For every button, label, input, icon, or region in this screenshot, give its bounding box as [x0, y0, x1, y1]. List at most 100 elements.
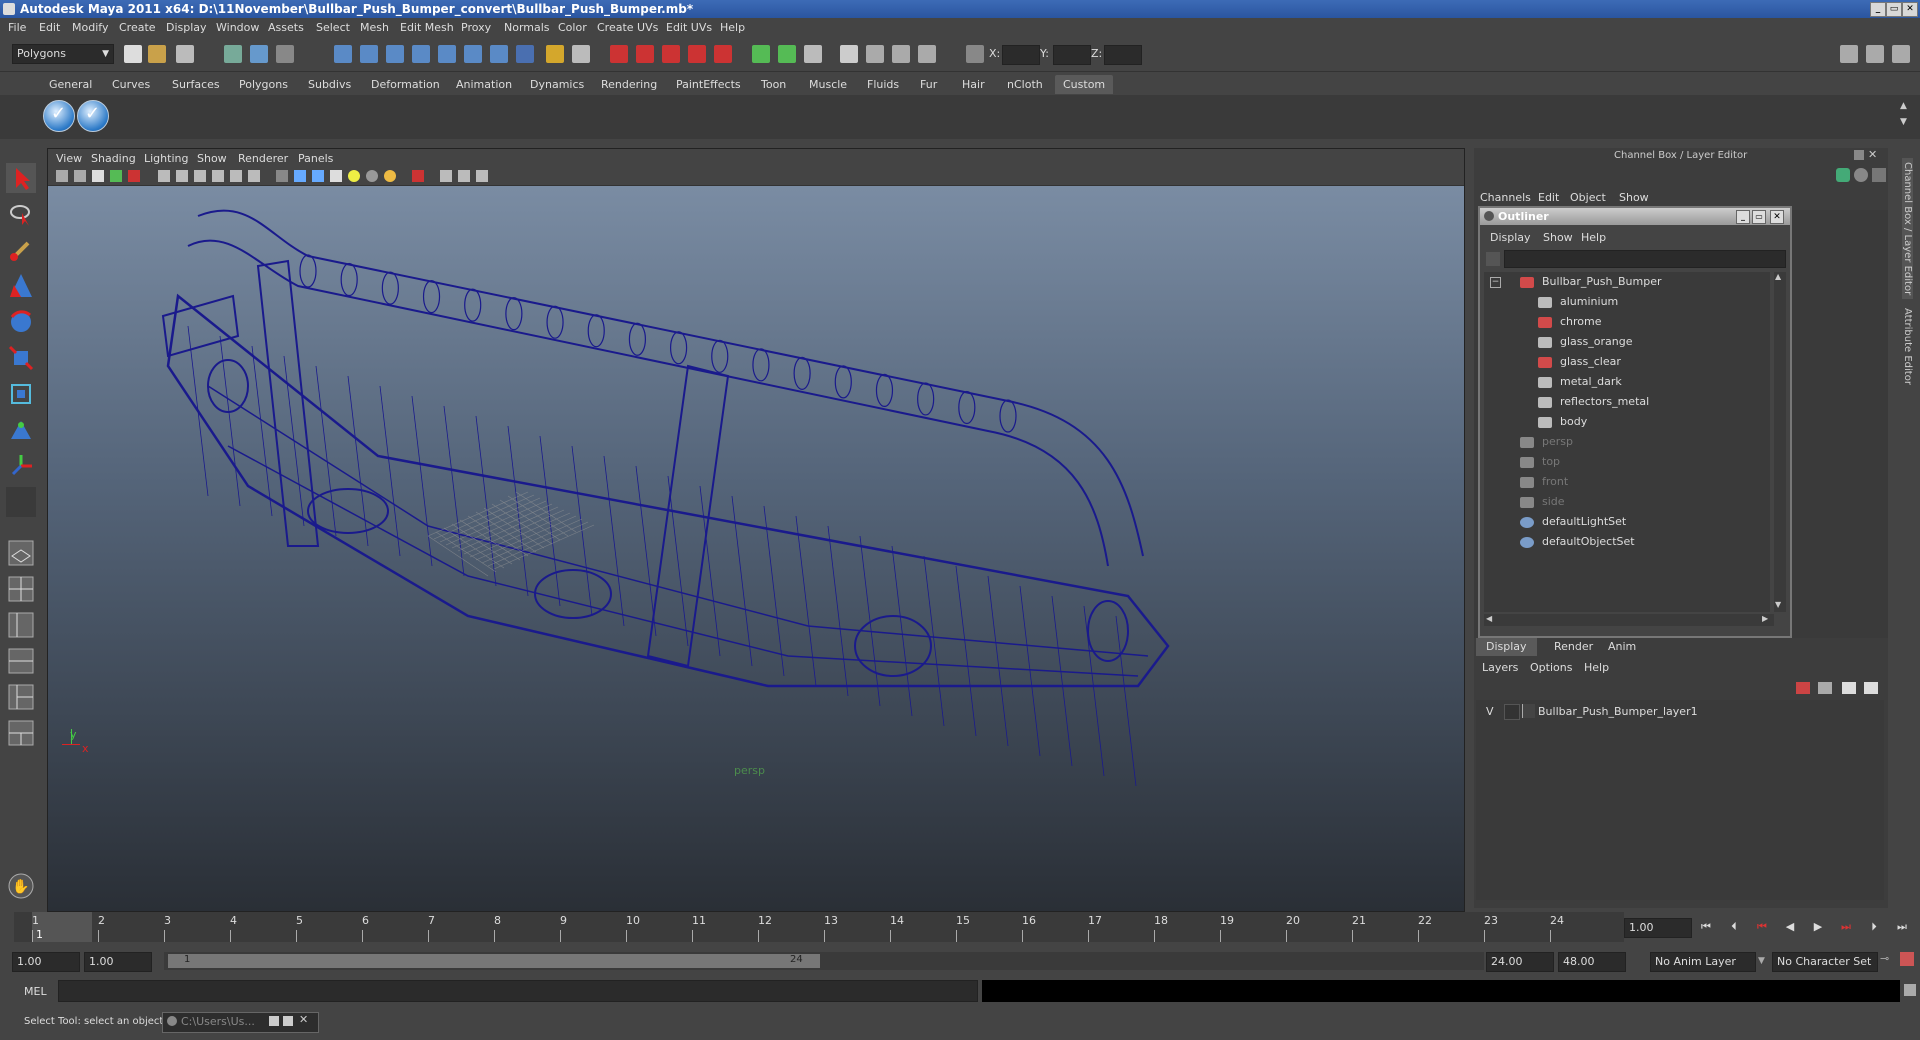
go-to-end-icon[interactable]: ⏭ [1894, 920, 1910, 934]
script-editor-icon[interactable] [1904, 984, 1916, 996]
layer-move-down-icon[interactable] [1864, 682, 1878, 694]
layer-menu-help[interactable]: Help [1584, 658, 1609, 677]
auto-key-icon[interactable]: ⊸ [1880, 952, 1894, 966]
snap-view-plane-icon[interactable] [412, 45, 430, 63]
hypergraph-layout-icon[interactable] [6, 682, 36, 712]
bookmarks-icon[interactable] [92, 170, 104, 182]
hardware-texturing-icon[interactable] [384, 170, 396, 182]
menu-assets[interactable]: Assets [268, 18, 304, 37]
playback-start-field[interactable]: 1.00 [84, 952, 152, 972]
universal-manipulator-icon[interactable] [6, 379, 36, 409]
outliner-search-field[interactable] [1504, 250, 1786, 268]
menu-edit-mesh[interactable]: Edit Mesh [400, 18, 454, 37]
menu-proxy[interactable]: Proxy [461, 18, 491, 37]
menuset-dropdown[interactable]: Polygons ▼ [12, 44, 114, 64]
new-scene-icon[interactable] [124, 45, 142, 63]
ipr-render-icon[interactable] [636, 45, 654, 63]
use-all-lights-icon[interactable] [348, 170, 360, 182]
resolution-gate-icon[interactable] [194, 170, 206, 182]
animation-preferences-icon[interactable] [1900, 952, 1914, 966]
layer-type-toggle[interactable] [1504, 704, 1520, 720]
toggle-channelbox-icon[interactable] [804, 45, 822, 63]
persp-outliner-layout-icon[interactable] [6, 610, 36, 640]
channel-key-icon[interactable] [1836, 168, 1850, 182]
input-output-icon[interactable] [572, 45, 590, 63]
outliner-title-bar[interactable]: Outliner _ ▭ ✕ [1480, 208, 1790, 225]
outliner-menu-help[interactable]: Help [1581, 228, 1606, 247]
outliner-item[interactable]: metal_dark [1538, 372, 1622, 392]
scroll-left-icon[interactable]: ◀ [1486, 614, 1492, 623]
shelf-tab-ncloth[interactable]: nCloth [1007, 75, 1043, 94]
shelf-scroll-up-icon[interactable]: ▲ [1900, 101, 1907, 111]
start-time-field[interactable]: 1.00 [12, 952, 80, 972]
outliner-item[interactable]: aluminium [1538, 292, 1618, 312]
gate-mask-icon[interactable] [212, 170, 224, 182]
range-slider-track[interactable]: 1 24 [164, 952, 1484, 970]
shelf-tab-toon[interactable]: Toon [761, 75, 786, 94]
time-ruler[interactable]: 1 1 2 3 4 5 6 7 8 9 10 11 12 13 14 15 16 17 18 19 20 21 22 23 2… [14, 912, 1624, 942]
go-to-start-icon[interactable]: ⏮ [1698, 920, 1714, 934]
custom-shelf-check-icon[interactable]: ✓ [43, 100, 75, 132]
toggle-graph-editor-icon[interactable] [778, 45, 796, 63]
help-icon[interactable] [516, 45, 534, 63]
hypershade-icon[interactable] [688, 45, 706, 63]
outliner-maximize-button[interactable]: ▭ [1752, 210, 1766, 224]
layer-color-swatch[interactable] [1522, 704, 1535, 718]
playback-end-field[interactable]: 24.00 [1486, 952, 1554, 972]
bullbar-wireframe-model[interactable] [48, 186, 1464, 911]
shelf-tab-rendering[interactable]: Rendering [601, 75, 657, 94]
shelf-tab-painteffects[interactable]: PaintEffects [676, 75, 741, 94]
menu-modify[interactable]: Modify [72, 18, 108, 37]
show-channel-box-icon[interactable] [1892, 45, 1910, 63]
viewport-scene[interactable]: y x persp [48, 186, 1464, 911]
attribute-editor-side-tab[interactable]: Attribute Editor [1902, 308, 1913, 385]
rotate-tool-icon[interactable] [6, 307, 36, 337]
snap-grid-icon[interactable] [334, 45, 352, 63]
outliner-filter-icon[interactable] [1486, 252, 1500, 266]
menu-edit-uvs[interactable]: Edit UVs [666, 18, 712, 37]
save-scene-icon[interactable] [176, 45, 194, 63]
layer-menu-layers[interactable]: Layers [1482, 658, 1518, 677]
field-chart-icon[interactable] [230, 170, 242, 182]
shelf-tab-general[interactable]: General [49, 75, 92, 94]
move-tool-icon[interactable] [6, 271, 36, 301]
shelf-tab-fluids[interactable]: Fluids [867, 75, 899, 94]
step-back-frame-icon[interactable]: ⏴ [1726, 920, 1742, 934]
select-component-icon[interactable] [276, 45, 294, 63]
new-layer-icon[interactable] [1796, 682, 1810, 694]
custom-shelf-check-icon[interactable]: ✓ [77, 100, 109, 132]
layer-tab-display[interactable]: Display [1476, 638, 1537, 656]
transform-mode-icon[interactable] [966, 45, 984, 63]
menu-edit[interactable]: Edit [39, 18, 60, 37]
snap-surface-icon[interactable] [464, 45, 482, 63]
attribute-editor-icon[interactable] [840, 45, 858, 63]
outliner-item[interactable]: persp [1520, 432, 1573, 452]
menu-file[interactable]: File [8, 18, 26, 37]
layer-tab-anim[interactable]: Anim [1598, 638, 1646, 656]
last-used-tool-icon[interactable] [6, 487, 36, 517]
textured-icon[interactable] [330, 170, 342, 182]
shelf-scroll-down-icon[interactable]: ▼ [1900, 117, 1907, 127]
xray-components-icon[interactable] [476, 170, 488, 182]
viewport-menu-shading[interactable]: Shading [91, 149, 136, 168]
soft-modification-icon[interactable] [6, 415, 36, 445]
maximize-window-icon[interactable] [283, 1016, 293, 1026]
menu-create-uvs[interactable]: Create UVs [597, 18, 658, 37]
shelf-tab-muscle[interactable]: Muscle [809, 75, 847, 94]
outliner-horizontal-scrollbar[interactable]: ◀ ▶ [1484, 614, 1774, 626]
show-attribute-editor-icon[interactable] [1840, 45, 1858, 63]
lock-camera-icon[interactable] [74, 170, 86, 182]
channel-edit-menu[interactable]: Edit [1538, 188, 1559, 207]
shelf-tab-polygons[interactable]: Polygons [239, 75, 288, 94]
viewport-menu-renderer[interactable]: Renderer [238, 149, 288, 168]
menu-window[interactable]: Window [216, 18, 259, 37]
step-forward-frame-icon[interactable]: ⏵ [1866, 920, 1882, 934]
anim-layer-dropdown[interactable]: No Anim Layer [1650, 952, 1756, 972]
channel-lock-icon[interactable] [1854, 168, 1868, 182]
viewport-menu-lighting[interactable]: Lighting [144, 149, 188, 168]
dock-close-button[interactable]: ✕ [1868, 148, 1877, 161]
channel-box-side-tab[interactable]: Channel Box / Layer Editor [1902, 158, 1913, 300]
range-slider-handle[interactable]: 1 24 [168, 954, 820, 968]
select-object-icon[interactable] [250, 45, 268, 63]
outliner-item[interactable]: chrome [1538, 312, 1602, 332]
